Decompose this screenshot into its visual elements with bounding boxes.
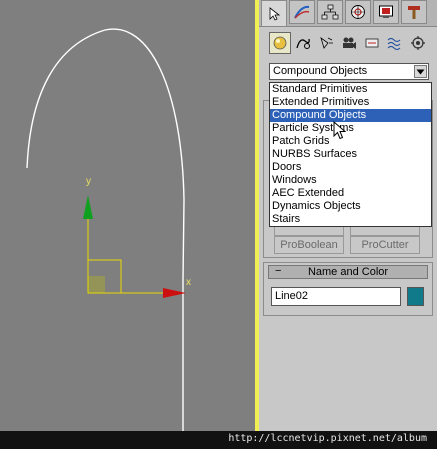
category-systems[interactable] bbox=[407, 32, 429, 54]
dropdown-option[interactable]: Stairs bbox=[270, 213, 431, 226]
display-icon bbox=[379, 5, 393, 18]
lights-icon bbox=[320, 36, 333, 49]
category-helpers[interactable] bbox=[361, 32, 383, 54]
dropdown-option[interactable]: Doors bbox=[270, 161, 431, 174]
mouse-cursor-icon bbox=[333, 121, 347, 140]
category-icon-row bbox=[259, 32, 437, 56]
name-and-color-header[interactable]: − Name and Color bbox=[268, 265, 428, 279]
chevron-down-icon bbox=[416, 69, 425, 74]
viewport-canvas bbox=[26, 28, 186, 431]
motion-icon bbox=[351, 5, 365, 19]
dropdown-option-selected[interactable]: Compound Objects bbox=[270, 109, 431, 122]
tab-hierarchy[interactable] bbox=[317, 0, 343, 24]
category-cameras[interactable] bbox=[338, 32, 360, 54]
dropdown-option[interactable]: NURBS Surfaces bbox=[270, 148, 431, 161]
dropdown-option[interactable]: AEC Extended bbox=[270, 187, 431, 200]
object-type-dropdown-list[interactable]: Standard Primitives Extended Primitives … bbox=[269, 82, 432, 227]
name-and-color-title: Name and Color bbox=[307, 266, 389, 278]
shapes-icon bbox=[296, 38, 310, 49]
systems-icon bbox=[411, 36, 425, 50]
object-color-swatch[interactable] bbox=[407, 287, 424, 306]
object-type-selected-value: Compound Objects bbox=[273, 65, 368, 77]
gizmo-plane-fill bbox=[88, 276, 105, 293]
axis-y-label: y bbox=[86, 176, 91, 187]
tab-modify[interactable] bbox=[289, 0, 315, 24]
watermark-bar: http://lccnetvip.pixnet.net/album bbox=[0, 431, 437, 449]
category-space-warps[interactable] bbox=[384, 32, 406, 54]
cameras-icon bbox=[343, 37, 356, 49]
dropdown-option[interactable]: Windows bbox=[270, 174, 431, 187]
object-name-field[interactable]: Line02 bbox=[271, 287, 401, 306]
category-geometry[interactable] bbox=[269, 32, 291, 54]
spline-curve-line02 bbox=[26, 28, 185, 431]
collapse-symbol: − bbox=[275, 265, 282, 277]
category-lights[interactable] bbox=[315, 32, 337, 54]
tab-display[interactable] bbox=[373, 0, 399, 24]
watermark-text: http://lccnetvip.pixnet.net/album bbox=[228, 433, 427, 444]
hierarchy-icon bbox=[321, 4, 339, 20]
space-warps-icon bbox=[387, 37, 401, 51]
procutter-button[interactable]: ProCutter bbox=[350, 236, 420, 254]
dropdown-option[interactable]: Standard Primitives bbox=[270, 83, 431, 96]
helpers-icon bbox=[365, 38, 379, 48]
select-arrow[interactable] bbox=[414, 65, 427, 78]
gizmo-y-arrow bbox=[83, 195, 93, 219]
dropdown-option[interactable]: Particle Systems bbox=[270, 122, 431, 135]
object-type-select[interactable]: Compound Objects bbox=[269, 63, 429, 80]
axis-x-label: x bbox=[186, 277, 191, 288]
category-shapes[interactable] bbox=[292, 32, 314, 54]
cursor-arrow-icon bbox=[269, 6, 281, 21]
proboolean-button[interactable]: ProBoolean bbox=[274, 236, 344, 254]
dropdown-option[interactable]: Dynamics Objects bbox=[270, 200, 431, 213]
tab-utilities[interactable] bbox=[401, 0, 427, 24]
geometry-icon bbox=[273, 36, 287, 50]
viewport-top[interactable]: y x bbox=[0, 0, 255, 431]
dropdown-option[interactable]: Patch Grids bbox=[270, 135, 431, 148]
dropdown-option[interactable]: Extended Primitives bbox=[270, 96, 431, 109]
command-panel-tabs bbox=[259, 0, 437, 27]
tab-create[interactable] bbox=[261, 0, 287, 26]
hammer-icon bbox=[408, 6, 420, 19]
modify-curve-icon bbox=[294, 5, 310, 19]
tab-motion[interactable] bbox=[345, 0, 371, 24]
